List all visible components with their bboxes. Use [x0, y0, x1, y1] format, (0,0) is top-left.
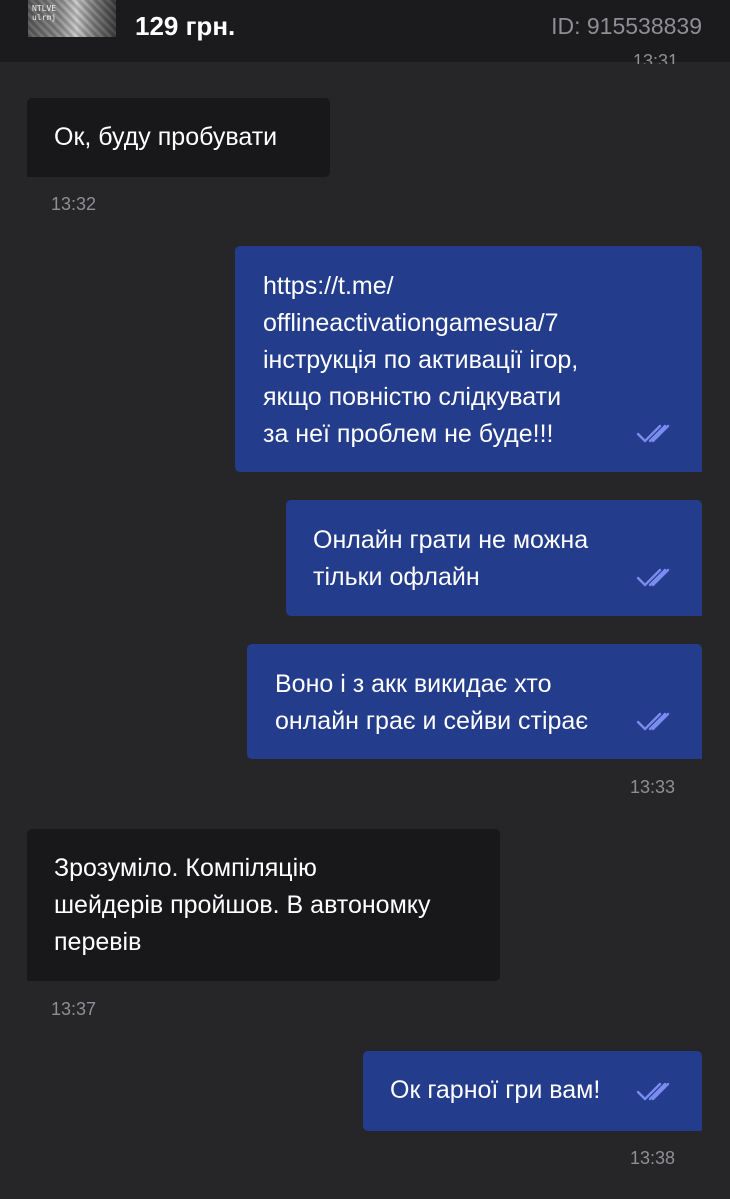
message-text: Онлайн грати не можна тільки офлайн — [313, 526, 589, 591]
double-check-icon — [636, 568, 670, 587]
message-time: 13:37 — [51, 999, 97, 1019]
message-bubble-outgoing[interactable]: Ок гарної гри вам! — [363, 1051, 702, 1131]
message-text: Зрозуміло. Компіляцію шейдерів пройшов. … — [54, 854, 431, 956]
message-bubble-incoming[interactable]: Ок, буду пробувати — [27, 98, 330, 177]
chat-screen: NTLVE ulrmj 129 грн. ID: 915538839 13:31… — [0, 0, 730, 1199]
message-time: 13:33 — [630, 777, 676, 797]
double-check-icon — [636, 712, 670, 731]
message-time: 13:38 — [630, 1148, 676, 1168]
message-text: Ок, буду пробувати — [54, 123, 278, 151]
double-check-icon — [636, 424, 670, 443]
chat-header: NTLVE ulrmj 129 грн. ID: 915538839 — [0, 0, 730, 62]
message-text: Ок гарної гри вам! — [390, 1076, 601, 1104]
order-price: 129 грн. — [135, 11, 236, 41]
message-bubble-outgoing[interactable]: Воно і з акк викидає хто онлайн грає и с… — [247, 644, 702, 759]
previous-message-time: 13:31 — [632, 52, 678, 64]
message-bubble-outgoing[interactable]: https://t.me/ offlineactivationgamesua/7… — [235, 246, 702, 472]
message-time: 13:32 — [51, 194, 97, 214]
message-bubble-outgoing[interactable]: Онлайн грати не можна тільки офлайн — [286, 500, 702, 616]
message-text: https://t.me/ offlineactivationgamesua/7… — [263, 272, 579, 448]
double-check-icon — [636, 1082, 670, 1101]
order-id: ID: 915538839 — [551, 13, 702, 39]
message-text: Воно і з акк викидає хто онлайн грає и с… — [275, 670, 589, 735]
product-thumbnail[interactable]: NTLVE ulrmj — [28, 0, 116, 37]
thumbnail-text: NTLVE ulrmj — [32, 4, 57, 22]
message-bubble-incoming[interactable]: Зрозуміло. Компіляцію шейдерів пройшов. … — [27, 829, 500, 981]
